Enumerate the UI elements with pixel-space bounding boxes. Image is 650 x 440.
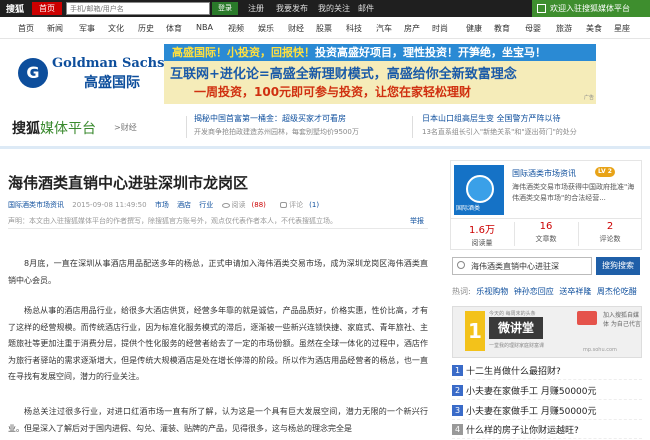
nav-item[interactable]: 首页 [18, 23, 34, 34]
nav-item[interactable]: 视频 [228, 23, 244, 34]
nav-item[interactable]: 文化 [108, 23, 124, 34]
nav-item[interactable]: 科技 [346, 23, 362, 34]
mail-link[interactable]: 邮件 [358, 3, 374, 14]
article-divider [8, 228, 428, 229]
author-avatar[interactable]: 国际酒类 [454, 165, 504, 215]
channel-title[interactable]: 搜狐媒体平台 [12, 118, 96, 138]
nav-item[interactable]: 股票 [316, 23, 332, 34]
report-link[interactable]: 举报 [410, 216, 424, 226]
nav-divider [0, 38, 650, 39]
logo-english[interactable]: Goldman Sachs [52, 56, 164, 71]
divider [412, 116, 413, 138]
nav-item[interactable]: 房产 [404, 23, 420, 34]
nav-item[interactable]: 健康 [466, 23, 482, 34]
article-paragraph: 8月底，一直在深圳从事酒店用品配送多年的杨总，正式申请加入海伟酒类交易市场，成为… [8, 259, 428, 285]
nav-item[interactable]: NBA [196, 23, 213, 32]
nav-item[interactable]: 娱乐 [258, 23, 274, 34]
banner-line-1: 高盛国际！小投资，回报快！投资高盛好项目，理性投资！开笋绝，坐宝马！ [164, 44, 596, 61]
my-focus-link[interactable]: 我的关注 [318, 3, 350, 14]
eye-icon [221, 202, 230, 208]
hot-word-link[interactable]: 钟孙恋回应 [514, 287, 554, 296]
comments-count[interactable]: 评论 (1) [280, 201, 325, 209]
logo-chinese[interactable]: 高盛国际 [84, 72, 140, 92]
tag-link[interactable]: 行业 [199, 201, 213, 209]
stat-comments: 2 评论数 [599, 221, 621, 243]
register-link[interactable]: 注册 [248, 3, 264, 14]
nav-item[interactable]: 星座 [614, 23, 630, 34]
sogou-search-button[interactable]: 搜狗搜索 [596, 257, 640, 275]
rank-list-item[interactable]: 4 什么样的房子让你财运越旺? [452, 421, 642, 439]
nav-item[interactable]: 历史 [138, 23, 154, 34]
globe-icon [466, 175, 494, 203]
views-count: 阅读 (88) [221, 201, 272, 209]
ad-banner[interactable]: 高盛国际！小投资，回报快！投资高盛好项目，理性投资！开笋绝，坐宝马！ 互联网+进… [164, 44, 596, 104]
tag-link[interactable]: 市场 [155, 201, 169, 209]
login-button[interactable]: 登录 [212, 2, 238, 15]
level-badge: LV 2 [595, 167, 615, 177]
nav-item[interactable]: 军事 [79, 23, 95, 34]
article-source[interactable]: 国际酒类市场资讯 [8, 201, 64, 209]
stat-articles: 16 文章数 [535, 221, 557, 243]
banner-line-2: 互联网+进化论=高盛全新理财模式，高盛给你全新致富理念 [170, 67, 517, 82]
sidebar-ad[interactable]: 今天的 每周末的头条 1 微讲堂 一堂我的理财家庭财富课 加入搜狐自媒体 为自己… [452, 306, 642, 358]
welcome-join-button[interactable]: 欢迎入驻搜狐媒体平台 [532, 0, 650, 17]
username-input[interactable] [66, 2, 210, 15]
main-nav: 首页 新闻 军事 文化 历史 体育 NBA 视频 娱乐 财经 股票 科技 汽车 … [0, 23, 650, 37]
article-meta: 国际酒类市场资讯 2015-09-08 11:49:50 市场 酒店 行业 阅读… [8, 200, 331, 210]
rank-list-item[interactable]: 1 十二生肖做什么最招财? [452, 362, 642, 380]
stat-views: 1.6万 阅读量 [469, 225, 495, 247]
tag-link[interactable]: 酒店 [177, 201, 191, 209]
ad-label: 广告 [584, 95, 595, 101]
ad-title: 微讲堂 [489, 317, 543, 339]
nav-item[interactable]: 时尚 [432, 23, 448, 34]
nav-item[interactable]: 体育 [166, 23, 182, 34]
nav-item[interactable]: 教育 [494, 23, 510, 34]
article-date: 2015-09-08 11:49:50 [72, 201, 147, 209]
hot-words: 热词: 乐视购物 钟孙恋回应 送卒祥隆 周杰伦吃醋 [452, 287, 637, 296]
nav-item[interactable]: 汽车 [376, 23, 392, 34]
section-divider [0, 146, 650, 149]
nav-item[interactable]: 美食 [586, 23, 602, 34]
channel-sub-link[interactable]: >财经 [114, 122, 137, 133]
hot-word-link[interactable]: 乐视购物 [476, 287, 508, 296]
nav-item[interactable]: 财经 [288, 23, 304, 34]
hot-word-link[interactable]: 周杰伦吃醋 [597, 287, 637, 296]
author-name[interactable]: 国际酒类市场资讯 [512, 168, 576, 179]
divider [186, 116, 187, 138]
rank-list-item[interactable]: 2 小夫妻在家做手工 月赚50000元 [452, 382, 642, 400]
sohu-media-icon [577, 311, 597, 325]
article-paragraph: 杨总关注过很多行业，对进口红酒市场一直有所了解，认为这是一个具有巨大发展空间，潜… [8, 407, 428, 433]
top-bar: 搜狐 首页 登录 注册 我要发布 我的关注 邮件 欢迎入驻搜狐媒体平台 [0, 0, 650, 17]
sidebar-search-input[interactable]: 海伟酒类直销中心进驻深 [452, 257, 592, 275]
hot-word-link[interactable]: 送卒祥隆 [559, 287, 591, 296]
promo-item[interactable]: 日本山口组高层生变 全国警方严阵以待 13名直系组长引入"新绝关系"和"逐出荷门… [422, 113, 577, 137]
comment-icon [280, 202, 288, 208]
author-desc: 海伟酒类交易市场获得中国政府批准"海伟酒类交易市场"的合法经营... [512, 183, 635, 202]
goldman-logo-icon[interactable]: G [18, 58, 48, 88]
banner-line-3: 一周投资，100元即可参与投资，让您在家轻松理财 [194, 85, 472, 99]
sohu-brand-logo[interactable]: 搜狐 [6, 2, 24, 15]
article-title: 海伟酒类直销中心进驻深圳市龙岗区 [8, 174, 249, 192]
promo-item[interactable]: 揭秘中国首富第一桶金：超级买家才可看房 开发商争抢拍政建造苏州园林，每套别墅均价… [194, 113, 359, 137]
nav-item[interactable]: 母婴 [525, 23, 541, 34]
nav-item[interactable]: 新闻 [47, 23, 63, 34]
home-tab[interactable]: 首页 [32, 2, 62, 15]
disclaimer: 声明：本文由入驻搜狐媒体平台的作者撰写，除搜狐官方账号外，观点仅代表作者本人，不… [8, 217, 337, 225]
want-post-link[interactable]: 我要发布 [276, 3, 308, 14]
ad-number: 1 [465, 311, 485, 351]
search-icon [457, 261, 465, 269]
nav-item[interactable]: 旅游 [556, 23, 572, 34]
media-icon [537, 4, 546, 13]
rank-list-item[interactable]: 3 小夫妻在家做手工 月赚50000元 [452, 402, 642, 420]
article-paragraph: 杨总从事的酒店用品行业，给很多大酒店供货，经营多年靠的就是诚信，产品品质好，价格… [8, 306, 428, 381]
